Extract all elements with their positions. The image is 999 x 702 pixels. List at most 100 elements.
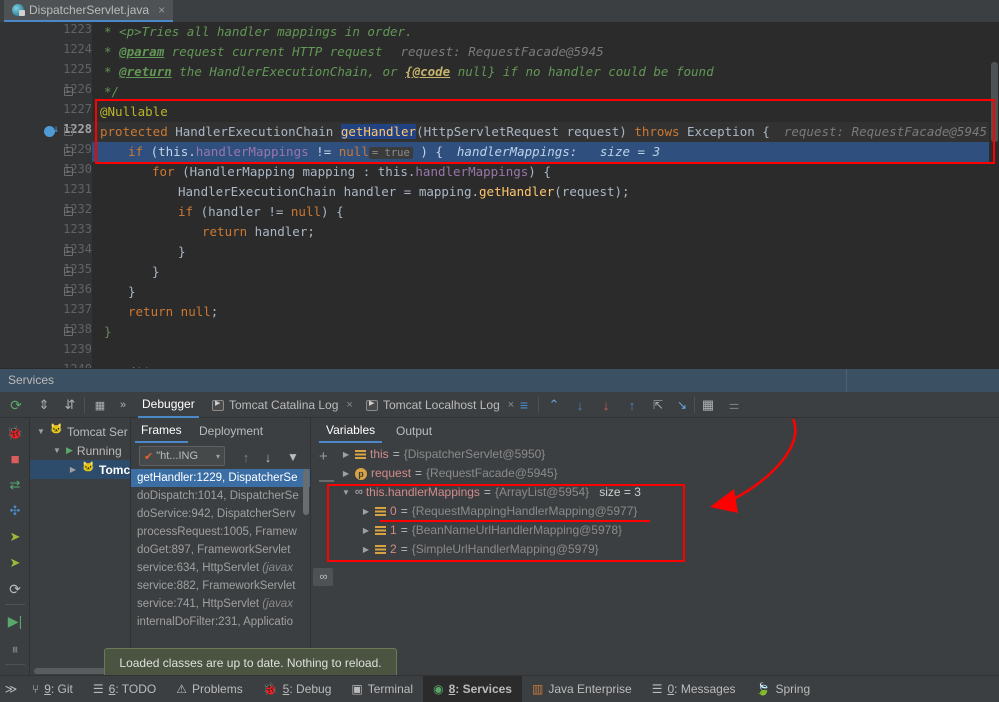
add-watch-button[interactable]: +: [319, 448, 328, 465]
tab-deployment[interactable]: Deployment: [193, 418, 269, 443]
statusbar-item-git[interactable]: ⑂ 9: Git: [22, 676, 83, 702]
chevron-down-icon[interactable]: ▼: [341, 483, 351, 502]
frames-scrollbar[interactable]: [302, 469, 310, 675]
fold-marker-icon[interactable]: −: [64, 247, 73, 256]
statusbar-item-debug[interactable]: 🐞 5: Debug: [253, 676, 342, 702]
statusbar-item-java-enterprise[interactable]: ▥ Java Enterprise: [522, 676, 642, 702]
toggle-tool-windows-icon[interactable]: ≫: [0, 676, 22, 702]
chevron-right-icon[interactable]: ▶: [361, 521, 371, 540]
fold-marker-icon[interactable]: −: [64, 127, 73, 136]
tab-output[interactable]: Output: [389, 418, 439, 443]
collapse-all-icon[interactable]: ⇵: [62, 397, 78, 413]
frame-list-item[interactable]: processRequest:1005, Framew: [131, 523, 311, 541]
force-step-into-icon[interactable]: ➤: [6, 528, 24, 546]
chevron-down-icon[interactable]: ▼: [36, 427, 46, 436]
chevron-right-icon[interactable]: ▶: [341, 464, 351, 483]
tab-tomcat-localhost-log[interactable]: Tomcat Localhost Log ×: [362, 392, 518, 418]
more-icon[interactable]: »: [116, 397, 130, 413]
settings-icon[interactable]: ⚌: [726, 397, 742, 413]
line-number: 1227: [48, 102, 92, 116]
stop-icon[interactable]: ■: [6, 450, 24, 468]
chevron-right-icon[interactable]: ▶: [361, 540, 371, 559]
statusbar-item-todo[interactable]: ☰ 6: TODO: [83, 676, 166, 702]
frame-list-item[interactable]: service:741, HttpServlet (javax: [131, 595, 311, 613]
fold-marker-icon[interactable]: −: [64, 147, 73, 156]
statusbar-item-terminal[interactable]: ▣ Terminal: [341, 676, 423, 702]
fold-marker-icon[interactable]: −: [64, 207, 73, 216]
variable-row-this[interactable]: ▶ this = {DispatcherServlet@5950}: [341, 445, 545, 464]
scrollbar-thumb[interactable]: [303, 469, 309, 515]
frame-list-item[interactable]: doService:942, DispatcherServ: [131, 505, 311, 523]
close-icon[interactable]: ×: [158, 3, 165, 17]
tab-variables[interactable]: Variables: [319, 418, 382, 443]
lines-icon[interactable]: ≡: [516, 397, 532, 413]
inlay-hint: request: RequestFacade@5945: [400, 44, 603, 59]
variable-row-index-1[interactable]: ▶ 1 = {BeanNameUrlHandlerMapping@5978}: [361, 521, 622, 540]
chevron-right-icon[interactable]: ▶: [361, 502, 371, 521]
force-step-into-icon[interactable]: ↓: [598, 397, 614, 413]
frame-list-item[interactable]: service:634, HttpServlet (javax: [131, 559, 311, 577]
evaluate-icon[interactable]: ▦: [700, 397, 716, 413]
statusbar-item-messages[interactable]: ☰ 0: Messages: [642, 676, 746, 702]
move-up-icon[interactable]: ↑: [239, 450, 253, 464]
fold-marker-icon[interactable]: −: [64, 87, 73, 96]
editor-vertical-scrollbar[interactable]: [989, 22, 999, 368]
frames-list[interactable]: getHandler:1229, DispatcherSe doDispatch…: [131, 469, 311, 675]
watches-icon[interactable]: ∞: [313, 568, 333, 586]
fold-marker-icon[interactable]: −: [64, 167, 73, 176]
pause-program-icon[interactable]: ⏸: [6, 640, 24, 658]
variable-row-index-0[interactable]: ▶ 0 = {RequestMappingHandlerMapping@5977…: [361, 502, 637, 521]
code-editor[interactable]: 1223 1224 1225 1226− 1227 1228− 1229− 12…: [0, 22, 999, 368]
step-over-icon[interactable]: ⇄: [6, 476, 24, 494]
statusbar-item-services[interactable]: ◉ 8: Services: [423, 676, 522, 702]
tab-tomcat-catalina-log[interactable]: Tomcat Catalina Log ×: [208, 392, 357, 418]
step-out-icon[interactable]: ➤: [6, 554, 24, 572]
run-to-cursor-icon[interactable]: ↘: [674, 397, 690, 413]
editor-tab-dispatcherservlet[interactable]: DispatcherServlet.java ×: [4, 0, 173, 22]
variable-row-request[interactable]: ▶ p request = {RequestFacade@5945}: [341, 464, 558, 483]
tab-debugger[interactable]: Debugger: [138, 392, 199, 418]
group-by-icon[interactable]: ▦: [92, 397, 108, 413]
frame-package: (javax: [262, 598, 293, 610]
statusbar-item-spring[interactable]: 🍃 Spring: [746, 676, 821, 702]
fold-marker-icon[interactable]: −: [64, 287, 73, 296]
chevron-right-icon[interactable]: ▶: [341, 445, 351, 464]
rerun-icon[interactable]: ⟳: [8, 397, 24, 413]
breakpoint-icon[interactable]: [44, 126, 55, 137]
services-tree-node-tomcat-server[interactable]: ▼ Tomcat Ser: [36, 422, 128, 441]
fold-marker-icon[interactable]: −: [64, 327, 73, 336]
rerun-debug-icon[interactable]: 🐞: [6, 424, 24, 442]
frame-list-item[interactable]: internalDoFilter:231, Applicatio: [131, 613, 311, 631]
tab-frames[interactable]: Frames: [135, 418, 188, 443]
step-over-icon[interactable]: ⌃: [546, 397, 562, 413]
code-text-area[interactable]: * <p>Tries all handler mappings in order…: [92, 22, 999, 368]
remove-watch-button[interactable]: —: [319, 472, 334, 489]
step-out-icon[interactable]: ↑: [624, 397, 640, 413]
chevron-right-icon[interactable]: ▶: [68, 465, 78, 474]
close-icon[interactable]: ×: [508, 399, 514, 411]
variable-row-handlermappings[interactable]: ▼ ∞ this.handlerMappings = {ArrayList@59…: [341, 483, 641, 502]
frame-list-item[interactable]: doDispatch:1014, DispatcherSe: [131, 487, 311, 505]
frame-list-item[interactable]: doGet:897, FrameworkServlet: [131, 541, 311, 559]
filter-icon[interactable]: ▼: [286, 450, 300, 464]
thread-selector[interactable]: ✔ "ht...ING ▾: [139, 446, 225, 466]
editor-gutter[interactable]: 1223 1224 1225 1226− 1227 1228− 1229− 12…: [0, 22, 92, 368]
frame-list-item[interactable]: getHandler:1229, DispatcherSe: [131, 469, 311, 487]
line-number: 1223: [48, 22, 92, 36]
step-into-icon[interactable]: ✣: [6, 502, 24, 520]
chevron-down-icon[interactable]: ▼: [52, 446, 62, 455]
frame-list-item[interactable]: service:882, FrameworkServlet: [131, 577, 311, 595]
expand-all-icon[interactable]: ⇕: [36, 397, 52, 413]
scrollbar-thumb[interactable]: [991, 62, 998, 142]
fold-marker-icon[interactable]: −: [64, 267, 73, 276]
selected-identifier: getHandler: [341, 124, 416, 139]
drop-frame-icon[interactable]: ⇱: [650, 397, 666, 413]
services-tree-node-running[interactable]: ▼ ▶ Running: [52, 441, 122, 460]
close-icon[interactable]: ×: [346, 399, 352, 411]
resume-program-icon[interactable]: ▶|: [6, 612, 24, 630]
reload-classes-icon[interactable]: ⟳: [6, 580, 24, 598]
variable-row-index-2[interactable]: ▶ 2 = {SimpleUrlHandlerMapping@5979}: [361, 540, 599, 559]
statusbar-item-problems[interactable]: ⚠ Problems: [166, 676, 252, 702]
move-down-icon[interactable]: ↓: [261, 450, 275, 464]
step-into-icon[interactable]: ↓: [572, 397, 588, 413]
